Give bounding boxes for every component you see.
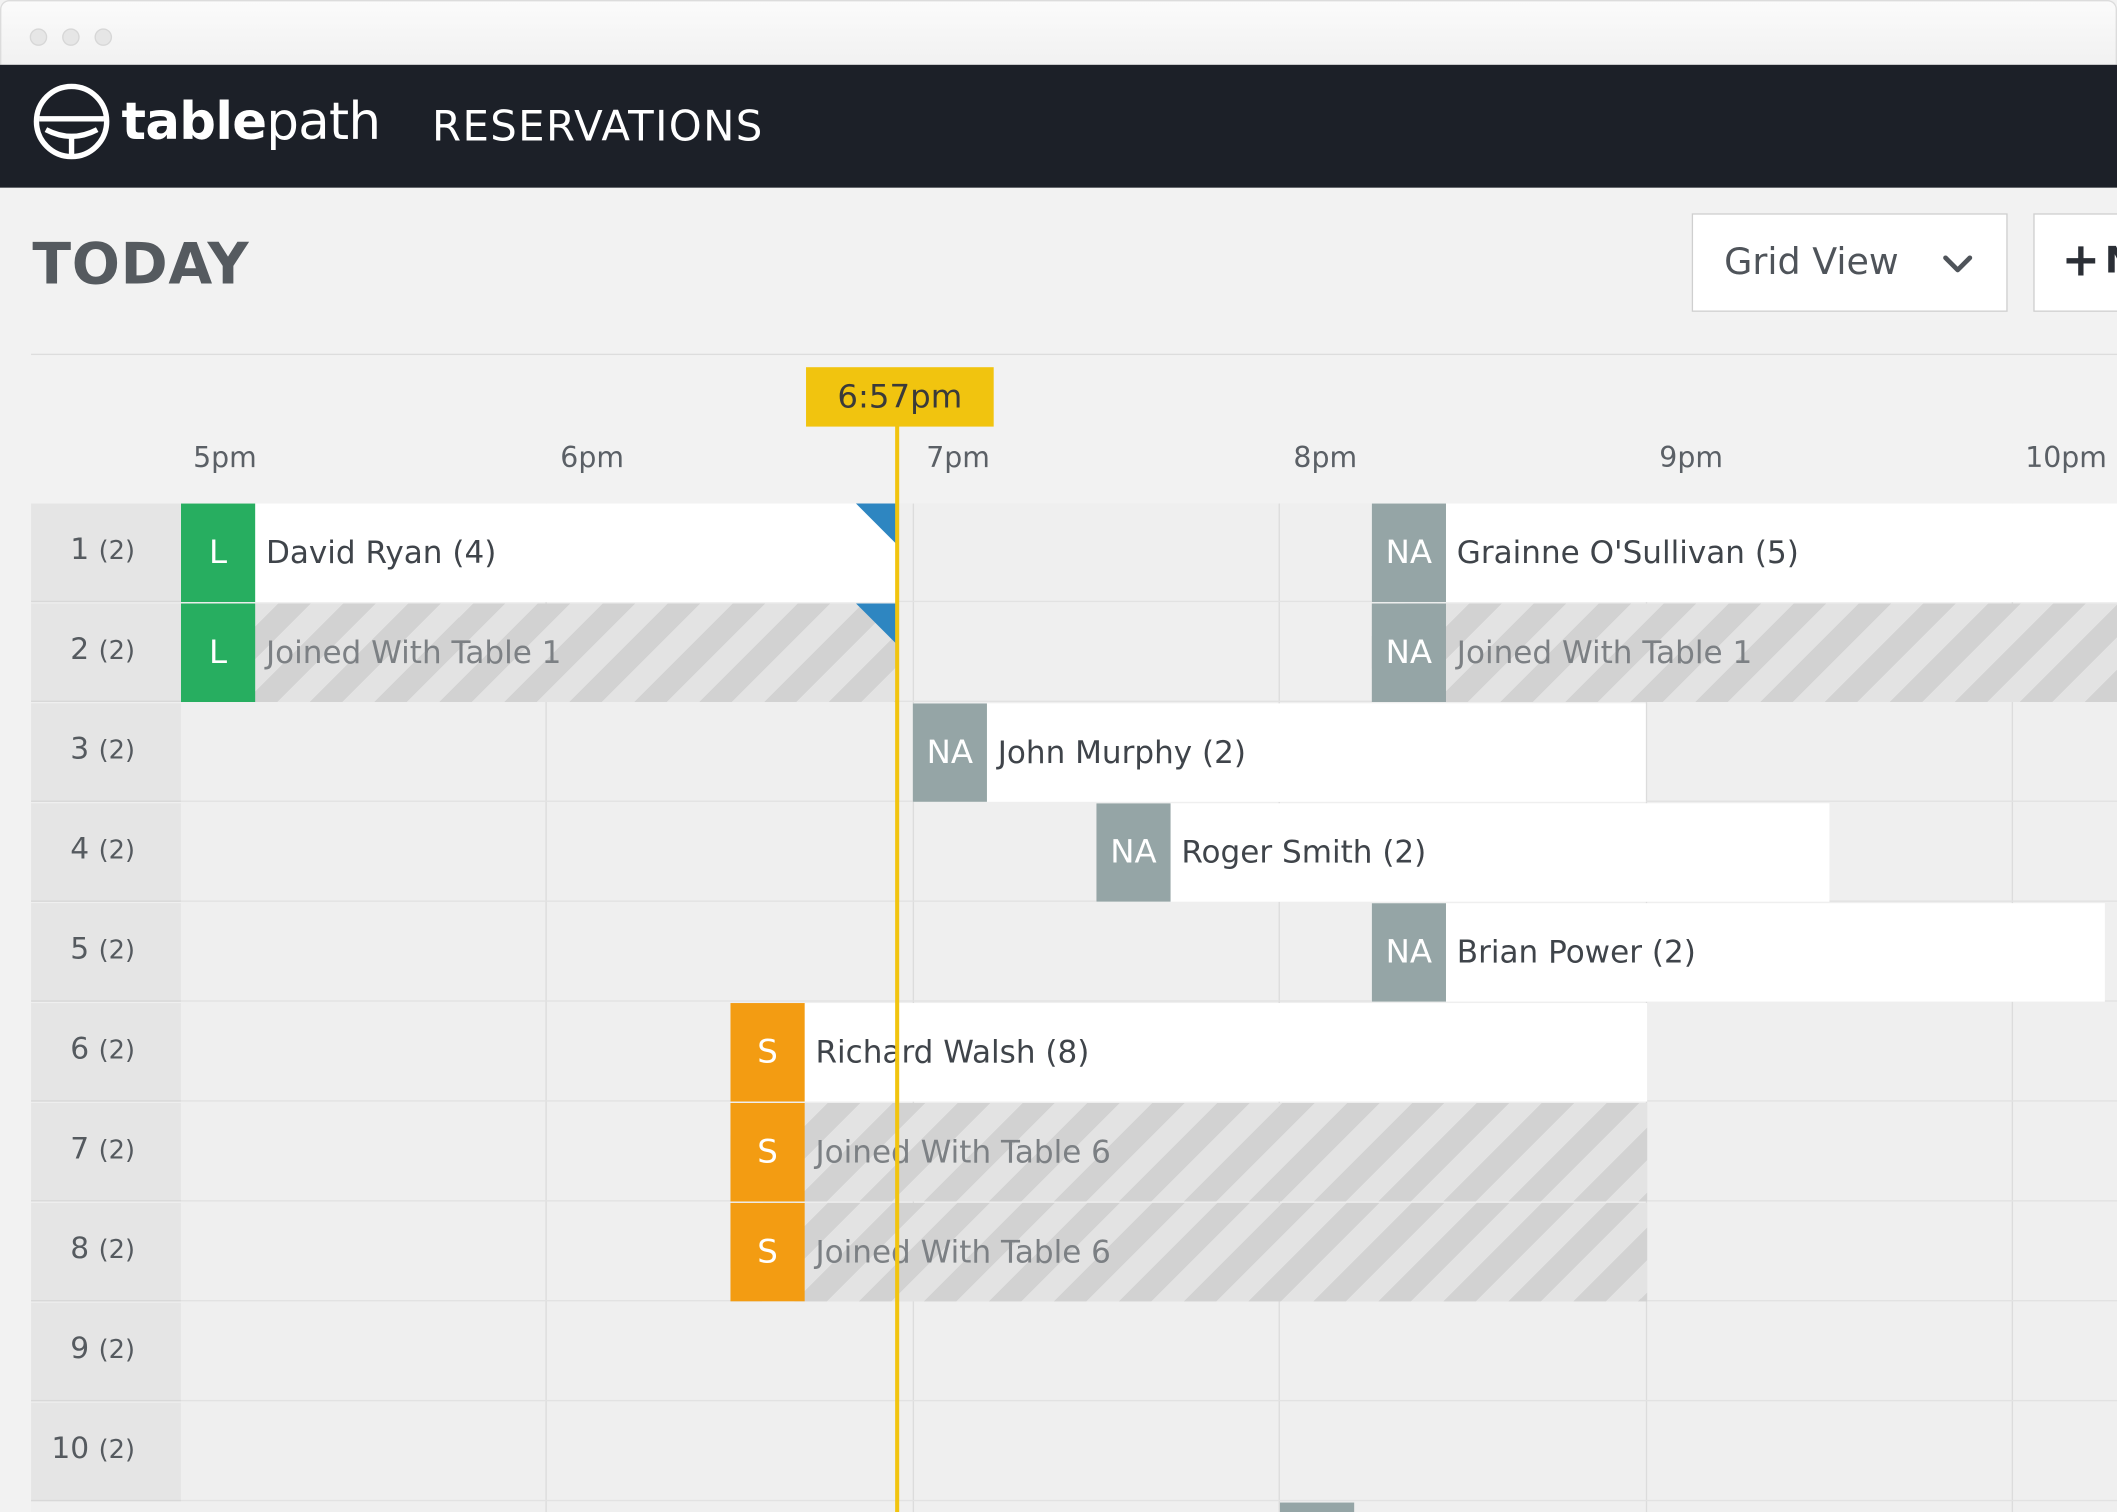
- reservation-name: Joined With Table 1: [1456, 635, 1753, 671]
- flag-corner-icon: [855, 503, 897, 545]
- status-badge: L: [180, 603, 256, 702]
- reservation-name: Roger Smith (2): [1181, 835, 1427, 871]
- table-label: 10 (2): [31, 1402, 181, 1502]
- table-row[interactable]: 9 (2): [31, 1302, 2117, 1402]
- status-badge: NA: [912, 703, 987, 802]
- hour-label-6pm: 6pm: [560, 441, 624, 474]
- reservation-grid: 1 (2) 2 (2) 3 (2) 4 (2) 5 (2) 6 (2) 7 (2…: [31, 503, 2117, 1512]
- status-badge: L: [180, 503, 256, 603]
- joined-reservation-block[interactable]: L Joined With Table 1: [180, 603, 897, 702]
- status-badge: S: [730, 1202, 805, 1302]
- table-label: 5 (2): [31, 903, 181, 1002]
- current-time-line: [895, 423, 900, 1512]
- window-close-dot[interactable]: [29, 28, 48, 46]
- reservation-block[interactable]: NA Roger Smith (2): [1096, 803, 1830, 902]
- nav-reservations[interactable]: RESERVATIONS: [432, 100, 764, 154]
- hour-label-10pm: 10pm: [2025, 441, 2107, 474]
- top-navbar: tablepath RESERVATIONS: [0, 64, 2117, 188]
- status-badge: NA: [1371, 603, 1446, 702]
- table-row[interactable]: 10 (2): [31, 1402, 2117, 1502]
- table-label: 2 (2): [31, 603, 181, 702]
- joined-reservation-block[interactable]: NA Joined With Table 1: [1371, 603, 2117, 702]
- reservation-name: John Murphy (2): [997, 735, 1247, 771]
- status-badge: NA: [1371, 903, 1446, 1002]
- table-label: 1 (2): [31, 503, 181, 603]
- header-divider: [31, 353, 2117, 356]
- reservation-block[interactable]: L David Ryan (4): [180, 503, 897, 603]
- new-reservation-label: N: [2105, 239, 2117, 285]
- status-badge: S: [730, 1102, 805, 1202]
- joined-reservation-block[interactable]: S Joined With Table 6: [730, 1202, 1648, 1302]
- chevron-down-icon: [1943, 255, 1973, 273]
- table-label: 7 (2): [31, 1102, 181, 1202]
- status-badge: S: [730, 1003, 805, 1102]
- current-time-badge: 6:57pm: [806, 367, 994, 427]
- reservation-block[interactable]: NA Grainne O'Sullivan (5): [1371, 503, 2117, 603]
- reservation-name: Joined With Table 6: [815, 1135, 1111, 1171]
- window-zoom-dot[interactable]: [94, 28, 113, 46]
- reservation-block[interactable]: S Richard Walsh (8): [730, 1003, 1648, 1102]
- reservation-name: David Ryan (4): [265, 535, 497, 572]
- view-select-dropdown[interactable]: Grid View: [1691, 213, 2008, 312]
- status-badge: [1279, 1502, 1355, 1512]
- table-label: 9 (2): [31, 1302, 181, 1402]
- reservation-name: Richard Walsh (8): [815, 1035, 1090, 1071]
- reservation-name: Brian Power (2): [1456, 935, 1696, 971]
- new-reservation-button[interactable]: + N: [2033, 213, 2117, 312]
- hour-label-9pm: 9pm: [1659, 441, 1723, 474]
- table-label: 4 (2): [31, 803, 181, 902]
- joined-reservation-block[interactable]: S Joined With Table 6: [730, 1102, 1648, 1202]
- plus-icon: +: [2061, 233, 2101, 288]
- view-select-value: Grid View: [1724, 241, 1899, 284]
- hour-label-7pm: 7pm: [926, 441, 990, 474]
- table-label: 6 (2): [31, 1003, 181, 1102]
- window-minimize-dot[interactable]: [62, 28, 80, 46]
- reservation-name: Joined With Table 1: [265, 635, 562, 671]
- hour-label-8pm: 8pm: [1293, 441, 1358, 474]
- table-label: 3 (2): [31, 703, 181, 802]
- reservation-block[interactable]: NA John Murphy (2): [912, 703, 1646, 802]
- reservation-name: Joined With Table 6: [815, 1235, 1111, 1271]
- status-badge: NA: [1096, 803, 1171, 902]
- app-window: tablepath RESERVATIONS TODAY Grid View +…: [0, 0, 2117, 1512]
- hour-label-5pm: 5pm: [193, 441, 257, 474]
- reservation-block[interactable]: NA Brian Power (2): [1371, 903, 2105, 1002]
- tablepath-logo-icon: [33, 83, 110, 160]
- page-title: TODAY: [32, 230, 250, 297]
- table-label: 8 (2): [31, 1202, 181, 1302]
- brand-name: tablepath: [121, 91, 382, 152]
- reservation-name: Grainne O'Sullivan (5): [1456, 535, 1799, 572]
- window-titlebar: [0, 0, 2117, 65]
- status-badge: NA: [1371, 503, 1446, 603]
- flag-corner-icon: [855, 603, 897, 644]
